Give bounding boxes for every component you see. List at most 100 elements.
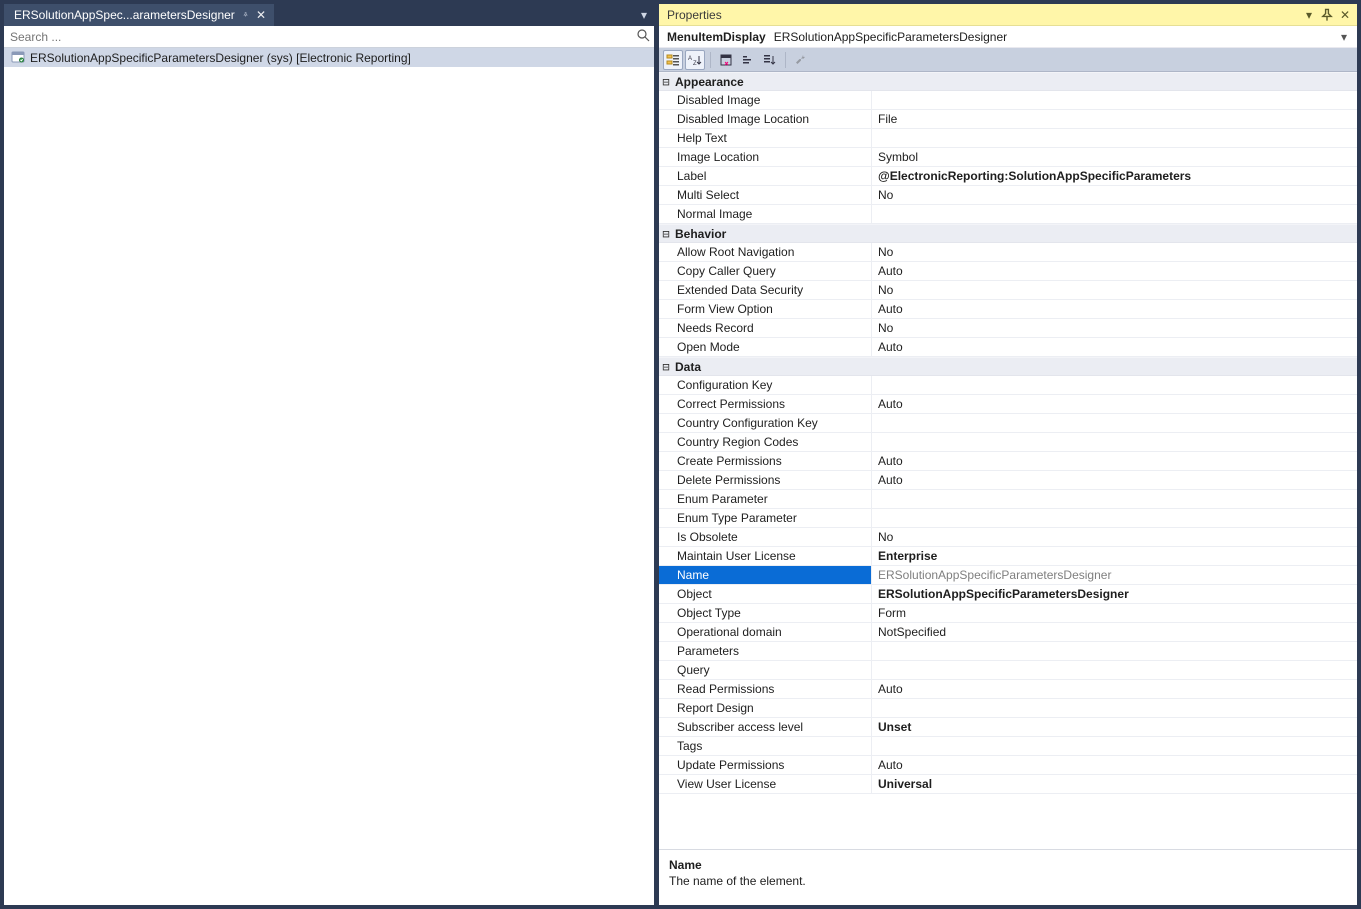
property-row[interactable]: Configuration Key <box>659 376 1357 395</box>
alphabetical-icon[interactable]: AZ <box>685 50 705 70</box>
property-value[interactable] <box>872 509 1357 527</box>
property-row[interactable]: Report Design <box>659 699 1357 718</box>
document-tab[interactable]: ERSolutionAppSpec...arametersDesigner ✕ <box>4 4 274 26</box>
collapse-icon[interactable]: ⊟ <box>659 75 673 89</box>
search-icon[interactable] <box>632 28 654 45</box>
property-value[interactable] <box>872 737 1357 755</box>
property-value[interactable] <box>872 376 1357 394</box>
property-row[interactable]: Create PermissionsAuto <box>659 452 1357 471</box>
property-name: Parameters <box>659 642 872 660</box>
property-value[interactable] <box>872 205 1357 223</box>
property-value[interactable]: No <box>872 319 1357 337</box>
property-row[interactable]: Copy Caller QueryAuto <box>659 262 1357 281</box>
propertypages-icon[interactable] <box>716 50 736 70</box>
property-row[interactable]: Query <box>659 661 1357 680</box>
property-row[interactable]: Object TypeForm <box>659 604 1357 623</box>
property-row[interactable]: Allow Root NavigationNo <box>659 243 1357 262</box>
property-row[interactable]: Parameters <box>659 642 1357 661</box>
property-row[interactable]: Enum Type Parameter <box>659 509 1357 528</box>
property-row[interactable]: Extended Data SecurityNo <box>659 281 1357 300</box>
property-value[interactable]: Universal <box>872 775 1357 793</box>
close-panel-icon[interactable]: ✕ <box>1337 7 1353 23</box>
property-value[interactable]: Symbol <box>872 148 1357 166</box>
property-value[interactable]: ERSolutionAppSpecificParametersDesigner <box>872 566 1357 584</box>
property-value[interactable] <box>872 414 1357 432</box>
property-row[interactable]: NameERSolutionAppSpecificParametersDesig… <box>659 566 1357 585</box>
property-value[interactable]: @ElectronicReporting:SolutionAppSpecific… <box>872 167 1357 185</box>
property-value[interactable] <box>872 433 1357 451</box>
search-input[interactable] <box>4 30 632 44</box>
property-row[interactable]: Update PermissionsAuto <box>659 756 1357 775</box>
property-value[interactable]: No <box>872 243 1357 261</box>
property-row[interactable]: Is ObsoleteNo <box>659 528 1357 547</box>
property-value[interactable] <box>872 661 1357 679</box>
property-value[interactable] <box>872 642 1357 660</box>
property-value[interactable]: File <box>872 110 1357 128</box>
wrench-icon[interactable] <box>791 50 811 70</box>
property-value[interactable] <box>872 699 1357 717</box>
property-name: Delete Permissions <box>659 471 872 489</box>
property-value[interactable]: Enterprise <box>872 547 1357 565</box>
property-value[interactable]: ERSolutionAppSpecificParametersDesigner <box>872 585 1357 603</box>
property-row[interactable]: Delete PermissionsAuto <box>659 471 1357 490</box>
property-row[interactable]: Maintain User LicenseEnterprise <box>659 547 1357 566</box>
object-selector[interactable]: MenuItemDisplay ERSolutionAppSpecificPar… <box>659 26 1357 48</box>
property-value[interactable]: Auto <box>872 338 1357 356</box>
property-value[interactable]: Auto <box>872 300 1357 318</box>
property-value[interactable] <box>872 490 1357 508</box>
tree-root-item[interactable]: ERSolutionAppSpecificParametersDesigner … <box>4 48 654 67</box>
window-position-icon[interactable]: ▾ <box>1301 7 1317 23</box>
property-row[interactable]: ObjectERSolutionAppSpecificParametersDes… <box>659 585 1357 604</box>
property-row[interactable]: Multi SelectNo <box>659 186 1357 205</box>
category-row[interactable]: ⊟Data <box>659 357 1357 376</box>
categorized-icon[interactable] <box>663 50 683 70</box>
autohide-pin-icon[interactable] <box>1319 7 1335 23</box>
property-row[interactable]: Normal Image <box>659 205 1357 224</box>
events-icon[interactable] <box>760 50 780 70</box>
property-grid[interactable]: ⊟AppearanceDisabled ImageDisabled Image … <box>659 72 1357 849</box>
property-row[interactable]: Image LocationSymbol <box>659 148 1357 167</box>
property-value[interactable] <box>872 91 1357 109</box>
extensions-icon[interactable] <box>738 50 758 70</box>
property-name: Image Location <box>659 148 872 166</box>
category-row[interactable]: ⊟Appearance <box>659 72 1357 91</box>
property-name: Normal Image <box>659 205 872 223</box>
property-value[interactable]: Form <box>872 604 1357 622</box>
property-value[interactable]: NotSpecified <box>872 623 1357 641</box>
property-value[interactable]: Unset <box>872 718 1357 736</box>
property-value[interactable]: Auto <box>872 680 1357 698</box>
property-row[interactable]: Disabled Image LocationFile <box>659 110 1357 129</box>
property-row[interactable]: Operational domainNotSpecified <box>659 623 1357 642</box>
collapse-icon[interactable]: ⊟ <box>659 360 673 374</box>
property-row[interactable]: Subscriber access levelUnset <box>659 718 1357 737</box>
property-value[interactable] <box>872 129 1357 147</box>
property-row[interactable]: Country Configuration Key <box>659 414 1357 433</box>
property-row[interactable]: Help Text <box>659 129 1357 148</box>
tab-overflow-icon[interactable]: ▾ <box>634 4 654 26</box>
property-value[interactable]: No <box>872 186 1357 204</box>
property-value[interactable]: Auto <box>872 756 1357 774</box>
object-kind-label: MenuItemDisplay <box>667 30 766 44</box>
property-row[interactable]: Tags <box>659 737 1357 756</box>
property-row[interactable]: Needs RecordNo <box>659 319 1357 338</box>
close-icon[interactable]: ✕ <box>256 8 266 22</box>
property-value[interactable]: No <box>872 281 1357 299</box>
property-value[interactable]: Auto <box>872 395 1357 413</box>
chevron-down-icon[interactable]: ▾ <box>1337 30 1351 44</box>
property-row[interactable]: Correct PermissionsAuto <box>659 395 1357 414</box>
property-row[interactable]: Country Region Codes <box>659 433 1357 452</box>
property-row[interactable]: Form View OptionAuto <box>659 300 1357 319</box>
property-value[interactable]: No <box>872 528 1357 546</box>
property-row[interactable]: Enum Parameter <box>659 490 1357 509</box>
property-value[interactable]: Auto <box>872 471 1357 489</box>
property-row[interactable]: Open ModeAuto <box>659 338 1357 357</box>
property-row[interactable]: Label@ElectronicReporting:SolutionAppSpe… <box>659 167 1357 186</box>
pin-icon[interactable] <box>243 12 248 17</box>
property-row[interactable]: Disabled Image <box>659 91 1357 110</box>
property-value[interactable]: Auto <box>872 452 1357 470</box>
category-row[interactable]: ⊟Behavior <box>659 224 1357 243</box>
collapse-icon[interactable]: ⊟ <box>659 227 673 241</box>
property-row[interactable]: View User LicenseUniversal <box>659 775 1357 794</box>
property-row[interactable]: Read PermissionsAuto <box>659 680 1357 699</box>
property-value[interactable]: Auto <box>872 262 1357 280</box>
